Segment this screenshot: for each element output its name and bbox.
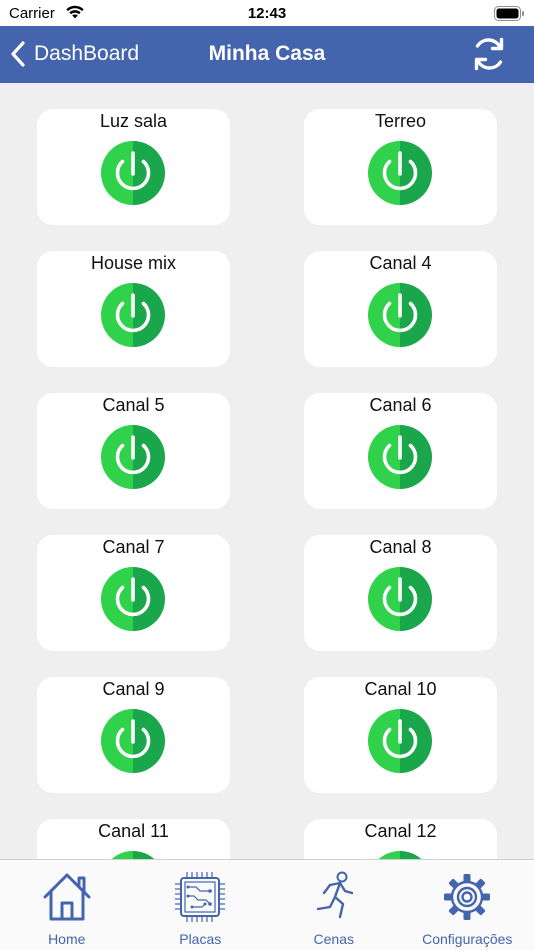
running-person-icon: [316, 871, 353, 919]
channel-card[interactable]: Canal 12: [304, 819, 497, 859]
status-bar: Carrier 12:43: [0, 0, 534, 26]
tab-home-label: Home: [48, 931, 86, 947]
tab-bar: Home Placas Cenas Configurações: [0, 859, 534, 950]
circuit-board-icon: [175, 872, 226, 922]
navigation-bar: DashBoard Minha Casa: [0, 26, 534, 83]
home-icon: [43, 873, 91, 921]
channel-label: Canal 6: [369, 395, 432, 415]
chevron-left-icon: [11, 41, 25, 67]
channel-label: House mix: [90, 253, 177, 273]
channel-card[interactable]: Canal 11: [37, 819, 230, 859]
channel-label: Canal 9: [102, 679, 165, 699]
status-time: 12:43: [247, 5, 287, 22]
channel-card[interactable]: Canal 7: [37, 535, 230, 651]
channel-card[interactable]: Canal 6: [304, 393, 497, 509]
tab-home[interactable]: Home: [0, 860, 134, 950]
power-button-icon[interactable]: [368, 709, 432, 773]
channel-label: Canal 11: [98, 821, 169, 841]
power-button-icon[interactable]: [368, 283, 432, 347]
power-button-icon[interactable]: [368, 851, 432, 859]
power-button-icon[interactable]: [368, 425, 432, 489]
channel-card[interactable]: Canal 10: [304, 677, 497, 793]
power-button-icon[interactable]: [101, 141, 165, 205]
power-button-icon[interactable]: [368, 567, 432, 631]
channel-card[interactable]: Luz sala: [37, 109, 230, 225]
channel-card[interactable]: Canal 4: [304, 251, 497, 367]
channel-label: Canal 10: [364, 679, 437, 699]
channel-card[interactable]: Canal 5: [37, 393, 230, 509]
channel-label: Luz sala: [99, 111, 168, 131]
tab-configuracoes[interactable]: Configurações: [401, 860, 534, 950]
tab-configuracoes-label: Configurações: [422, 931, 513, 947]
channel-label: Canal 12: [364, 821, 437, 841]
channel-label: Canal 7: [102, 537, 165, 557]
back-button[interactable]: DashBoard: [10, 39, 139, 69]
power-button-icon[interactable]: [368, 141, 432, 205]
refresh-icon[interactable]: [470, 35, 508, 73]
channel-card[interactable]: House mix: [37, 251, 230, 367]
power-button-icon[interactable]: [101, 425, 165, 489]
channel-grid-scroll[interactable]: Luz sala Terreo House mix Canal 4 Canal …: [0, 83, 534, 859]
channel-label: Terreo: [374, 111, 427, 131]
channel-card[interactable]: Terreo: [304, 109, 497, 225]
channel-label: Canal 4: [369, 253, 432, 273]
power-button-icon[interactable]: [101, 709, 165, 773]
channel-grid: Luz sala Terreo House mix Canal 4 Canal …: [37, 109, 497, 859]
tab-cenas[interactable]: Cenas: [267, 860, 401, 950]
channel-card[interactable]: Canal 8: [304, 535, 497, 651]
battery-icon: [494, 6, 524, 21]
tab-cenas-label: Cenas: [313, 931, 354, 947]
tab-placas[interactable]: Placas: [134, 860, 268, 950]
tab-placas-label: Placas: [179, 931, 222, 947]
back-button-label: DashBoard: [34, 42, 140, 65]
gear-icon: [444, 874, 491, 920]
channel-label: Canal 5: [102, 395, 165, 415]
channel-label: Canal 8: [369, 537, 432, 557]
power-button-icon[interactable]: [101, 283, 165, 347]
channel-card[interactable]: Canal 9: [37, 677, 230, 793]
power-button-icon[interactable]: [101, 567, 165, 631]
power-button-icon[interactable]: [101, 851, 165, 859]
